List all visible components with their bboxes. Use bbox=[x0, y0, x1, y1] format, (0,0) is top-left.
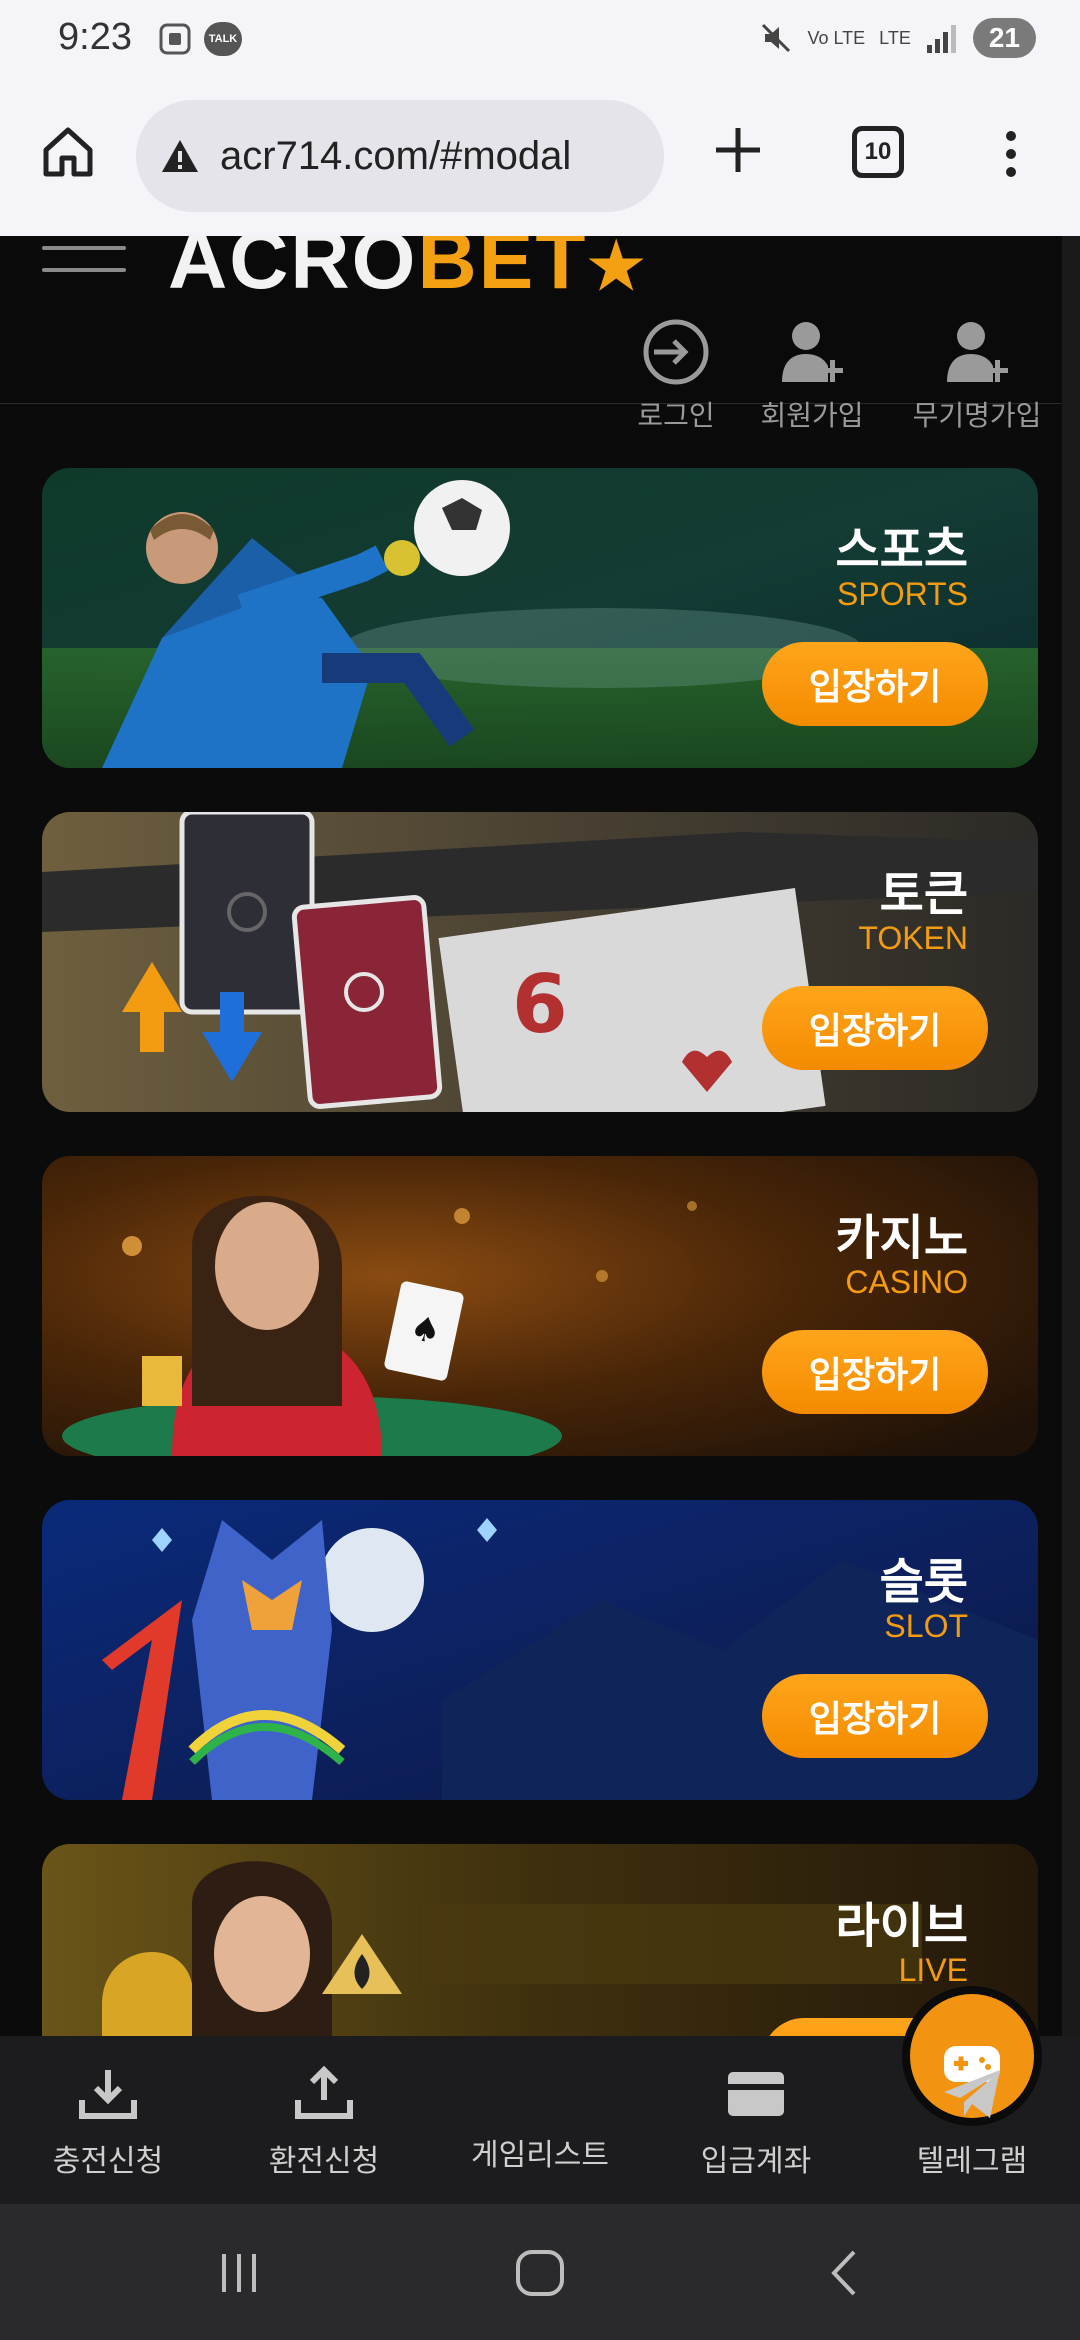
banner-live[interactable]: 라이브 LIVE 입장하기 bbox=[42, 1844, 1038, 2036]
hamburger-menu-icon[interactable] bbox=[42, 246, 126, 296]
banner-token[interactable]: 6 토큰 TOKEN 입장하기 bbox=[42, 812, 1038, 1112]
banner-title-en: SPORTS bbox=[837, 576, 968, 612]
nav-telegram[interactable]: 텔레그램 bbox=[864, 2036, 1080, 2204]
home-nav-icon[interactable] bbox=[512, 2248, 568, 2298]
add-user-icon bbox=[782, 322, 843, 382]
volte-label: Vo LTE bbox=[807, 27, 866, 48]
back-icon[interactable] bbox=[820, 2248, 870, 2298]
mute-icon bbox=[762, 23, 791, 53]
browser-toolbar: acr714.com/#modal 10 bbox=[0, 84, 1080, 236]
status-right: Vo LTE LTE 21 bbox=[759, 18, 1036, 58]
login-label: 로그인 bbox=[637, 399, 715, 432]
banner-title-en: SLOT bbox=[884, 1608, 968, 1644]
enter-casino-button[interactable]: 입장하기 bbox=[762, 1330, 988, 1414]
banner-title-en: LIVE bbox=[898, 1952, 968, 1988]
status-bar: 9:23 TALK Vo LTE LTE 21 bbox=[0, 0, 1080, 84]
nav-deposit-account[interactable]: 입금계좌 bbox=[648, 2036, 864, 2204]
enter-slot-button[interactable]: 입장하기 bbox=[762, 1674, 988, 1758]
add-user-icon bbox=[947, 322, 1008, 382]
banner-title-kr: 슬롯 bbox=[879, 1554, 968, 1610]
scrollbar[interactable] bbox=[1062, 236, 1080, 2036]
banner-title-en: CASINO bbox=[845, 1264, 968, 1300]
status-time: 9:23 bbox=[58, 16, 132, 58]
screenshot-icon bbox=[159, 23, 191, 55]
nav-label: 입금계좌 bbox=[700, 2144, 812, 2179]
anonymous-signup-label: 무기명가입 bbox=[912, 399, 1042, 432]
download-icon bbox=[79, 2070, 137, 2119]
signal-icon bbox=[926, 25, 956, 53]
android-navigation-bar bbox=[0, 2204, 1080, 2340]
notification-icons: TALK bbox=[158, 22, 242, 56]
anonymous-signup-button[interactable]: 무기명가입 bbox=[902, 316, 1052, 434]
lte-label: LTE bbox=[879, 27, 911, 48]
more-menu-icon[interactable] bbox=[996, 124, 1026, 184]
battery-indicator: 21 bbox=[972, 18, 1036, 58]
telegram-icon bbox=[944, 2070, 1000, 2118]
nav-label: 텔레그램 bbox=[916, 2144, 1028, 2179]
banner-title-kr: 라이브 bbox=[835, 1898, 968, 1954]
card-icon bbox=[728, 2072, 784, 2116]
svg-text:6: 6 bbox=[512, 958, 568, 1051]
signup-label: 회원가입 bbox=[760, 399, 864, 432]
talk-icon: TALK bbox=[204, 22, 242, 56]
nav-deposit-request[interactable]: 충전신청 bbox=[0, 2036, 216, 2204]
enter-token-button[interactable]: 입장하기 bbox=[762, 986, 988, 1070]
signup-button[interactable]: 회원가입 bbox=[742, 316, 882, 434]
new-tab-icon[interactable] bbox=[706, 118, 770, 182]
enter-sports-button[interactable]: 입장하기 bbox=[762, 642, 988, 726]
warning-icon[interactable] bbox=[160, 136, 200, 176]
banner-title-kr: 카지노 bbox=[835, 1210, 968, 1266]
site-content: ACROBET★ 로그인 회원가입 무기명가입 스포츠 SPORTS 입장하기 … bbox=[0, 236, 1080, 2036]
login-icon bbox=[643, 319, 709, 385]
url-text[interactable]: acr714.com/#modal bbox=[220, 134, 571, 179]
nav-withdraw-request[interactable]: 환전신청 bbox=[216, 2036, 432, 2204]
tab-switcher-button[interactable]: 10 bbox=[852, 126, 904, 178]
upload-icon bbox=[295, 2066, 353, 2119]
nav-label: 게임리스트 bbox=[471, 2138, 609, 2173]
nav-game-list[interactable]: 게임리스트 bbox=[432, 1994, 1034, 2204]
nav-label: 충전신청 bbox=[52, 2144, 164, 2179]
site-logo[interactable]: ACROBET★ bbox=[168, 236, 647, 308]
home-icon[interactable] bbox=[38, 122, 98, 182]
nav-label: 환전신청 bbox=[268, 2144, 380, 2179]
recent-apps-icon[interactable] bbox=[214, 2248, 264, 2298]
site-header: ACROBET★ 로그인 회원가입 무기명가입 bbox=[0, 236, 1062, 432]
banner-title-en: TOKEN bbox=[858, 920, 968, 956]
address-bar[interactable]: acr714.com/#modal bbox=[136, 100, 664, 212]
bottom-nav: 충전신청 환전신청 게임리스트 입금계좌 텔레그램 bbox=[0, 1994, 1080, 2204]
banner-casino[interactable]: ♠ 카지노 CASINO 입장하기 bbox=[42, 1156, 1038, 1456]
login-button[interactable]: 로그인 bbox=[606, 316, 746, 434]
banner-title-kr: 토큰 bbox=[879, 866, 968, 922]
banner-title-kr: 스포츠 bbox=[835, 522, 968, 578]
banner-sports[interactable]: 스포츠 SPORTS 입장하기 bbox=[42, 468, 1038, 768]
banner-slot[interactable]: 슬롯 SLOT 입장하기 bbox=[42, 1500, 1038, 1800]
